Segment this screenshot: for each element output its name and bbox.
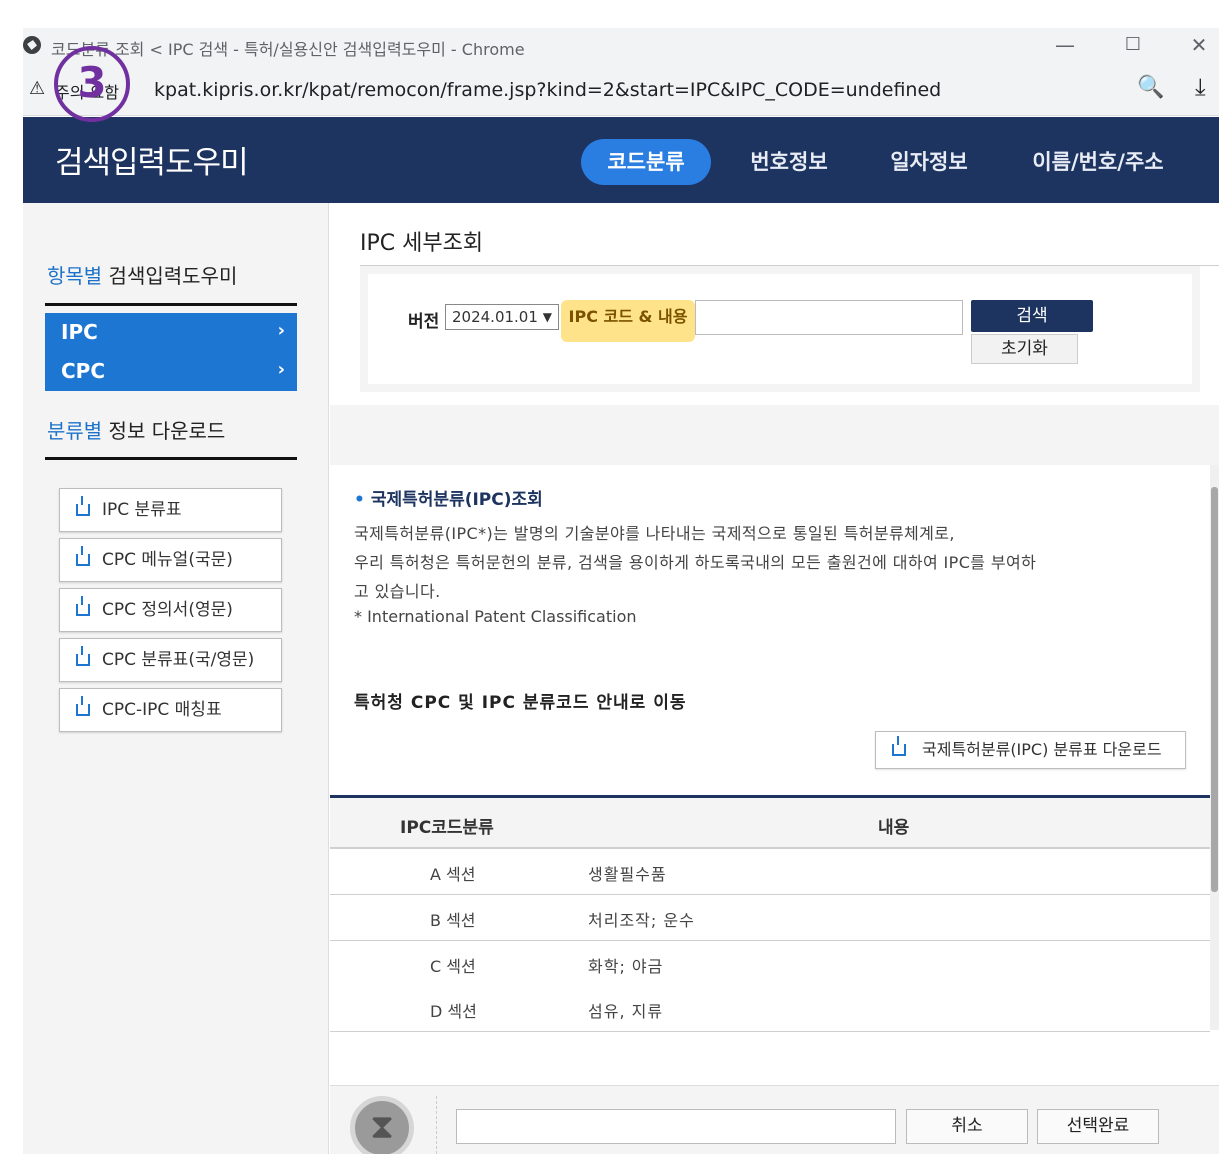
table-cell-code: D 섹션 (430, 1002, 477, 1021)
download-cpc-ipc-matching-button[interactable]: CPC-IPC 매칭표 (59, 688, 282, 732)
info-text: 우리 특허청은 특허문헌의 분류, 검색을 용이하게 하도록국내의 모든 출원건… (354, 553, 1037, 572)
chevron-down-icon: ▼ (542, 310, 552, 324)
selected-code-field[interactable] (456, 1109, 896, 1144)
table-cell-code: B 섹션 (430, 911, 476, 930)
divider (45, 457, 297, 460)
download-cpc-table-button[interactable]: CPC 분류표(국/영문) (59, 638, 282, 682)
hourglass-icon (350, 1096, 414, 1154)
download-icon[interactable]: ⤓ (1195, 73, 1206, 101)
info-heading: • 국제특허분류(IPC)조회 (354, 490, 543, 510)
column-header-content: 내용 (878, 818, 910, 838)
table-cell-desc: 처리조작; 운수 (588, 911, 695, 930)
version-select[interactable]: 2024.01.01 ▼ (445, 304, 559, 330)
title-bar: 코드분류 조회 < IPC 검색 - 특허/실용신안 검색입력도우미 - Chr… (23, 28, 1219, 63)
scrollbar[interactable] (1210, 465, 1219, 1030)
maximize-button[interactable]: ☐ (1113, 30, 1153, 60)
classification-guide-link[interactable]: 특허청 CPC 및 IPC 분류코드 안내로 이동 (354, 688, 687, 713)
zoom-icon[interactable]: 🔍 (1137, 75, 1164, 100)
download-cpc-manual-button[interactable]: CPC 메뉴얼(국문) (59, 538, 282, 582)
table-cell-desc: 섬유, 지류 (588, 1002, 664, 1021)
url-field[interactable]: kpat.kipris.or.kr/kpat/remocon/frame.jsp… (154, 79, 941, 101)
search-panel: 버전 2024.01.01 ▼ IPC 코드 & 내용 검색 초기화 (360, 266, 1200, 392)
download-icon (76, 496, 90, 516)
tab-number-info[interactable]: 번호정보 (729, 139, 849, 185)
sidebar-menu: IPC › CPC › (45, 313, 297, 391)
search-button[interactable]: 검색 (971, 300, 1093, 332)
info-text: 국제특허분류(IPC*)는 발명의 기술분야를 나타내는 국제적으로 통일된 특… (354, 524, 955, 543)
download-icon (76, 596, 90, 616)
download-icon (892, 736, 906, 756)
table-cell-desc: 생활필수품 (588, 865, 667, 884)
scroll-thumb[interactable] (1211, 487, 1218, 892)
chevron-right-icon: › (277, 320, 285, 341)
sidebar-item-cpc[interactable]: CPC (61, 359, 105, 383)
table-header: IPC코드분류 내용 (330, 795, 1210, 849)
table-row[interactable]: B 섹션 처리조작; 운수 (330, 895, 1210, 941)
minimize-button[interactable]: — (1045, 30, 1085, 60)
main-content: IPC 세부조회 버전 2024.01.01 ▼ IPC 코드 & 내용 검색 초… (330, 203, 1219, 1154)
download-ipc-classification-button[interactable]: 국제특허분류(IPC) 분류표 다운로드 (875, 731, 1186, 769)
close-button[interactable]: ✕ (1179, 30, 1219, 60)
warning-icon[interactable]: ⚠ (29, 78, 45, 99)
bullet-icon: • (354, 490, 365, 510)
app-header: 검색입력도우미 코드분류 번호정보 일자정보 이름/번호/주소 (23, 117, 1219, 203)
download-cpc-definition-button[interactable]: CPC 정의서(영문) (59, 588, 282, 632)
window-title: 코드분류 조회 < IPC 검색 - 특허/실용신안 검색입력도우미 - Chr… (51, 40, 525, 59)
download-icon (76, 696, 90, 716)
step-marker: 3 (54, 46, 130, 122)
table-row[interactable]: A 섹션 생활필수품 (330, 849, 1210, 895)
app-logo[interactable]: 검색입력도우미 (55, 137, 249, 182)
cancel-button[interactable]: 취소 (906, 1109, 1028, 1144)
address-bar: ⚠ 주의 요함 kpat.kipris.or.kr/kpat/remocon/f… (23, 63, 1219, 116)
info-footnote: * International Patent Classification (354, 607, 637, 626)
site-icon (23, 36, 41, 54)
sidebar: 항목별 검색입력도우미 IPC › CPC › 분류별 정보 다운로드 IPC … (23, 203, 329, 1154)
download-icon (76, 546, 90, 566)
table-cell-code: C 섹션 (430, 957, 476, 976)
divider (45, 303, 297, 306)
tab-date-info[interactable]: 일자정보 (869, 139, 989, 185)
table-cell-desc: 화학; 야금 (588, 957, 664, 976)
divider (436, 1096, 437, 1154)
chevron-right-icon: › (277, 359, 285, 380)
table-row[interactable]: C 섹션 화학; 야금 (330, 941, 1210, 987)
column-header-code: IPC코드분류 (400, 818, 494, 838)
ipc-info-box: • 국제특허분류(IPC)조회 국제특허분류(IPC*)는 발명의 기술분야를 나… (330, 465, 1210, 795)
info-text: 고 있습니다. (354, 582, 441, 601)
selection-bar: 취소 선택완료 (330, 1085, 1219, 1154)
download-ipc-table-button[interactable]: IPC 분류표 (59, 488, 282, 532)
sidebar-section-search-helper: 항목별 검색입력도우미 (47, 264, 238, 288)
ipc-code-label: IPC 코드 & 내용 (561, 300, 695, 342)
tab-code-classification[interactable]: 코드분류 (581, 139, 711, 185)
sidebar-section-download: 분류별 정보 다운로드 (47, 419, 226, 443)
download-icon (76, 646, 90, 666)
search-input[interactable] (695, 300, 963, 335)
table-cell-code: A 섹션 (430, 865, 476, 884)
sidebar-item-ipc[interactable]: IPC (61, 320, 98, 344)
tab-name-number-address[interactable]: 이름/번호/주소 (1013, 139, 1183, 185)
reset-button[interactable]: 초기화 (971, 334, 1078, 364)
select-done-button[interactable]: 선택완료 (1037, 1109, 1159, 1144)
version-label: 버전 (408, 312, 440, 332)
page-title: IPC 세부조회 (360, 231, 484, 256)
browser-window: 코드분류 조회 < IPC 검색 - 특허/실용신안 검색입력도우미 - Chr… (23, 28, 1219, 1154)
table-row[interactable]: D 섹션 섬유, 지류 (330, 986, 1210, 1032)
